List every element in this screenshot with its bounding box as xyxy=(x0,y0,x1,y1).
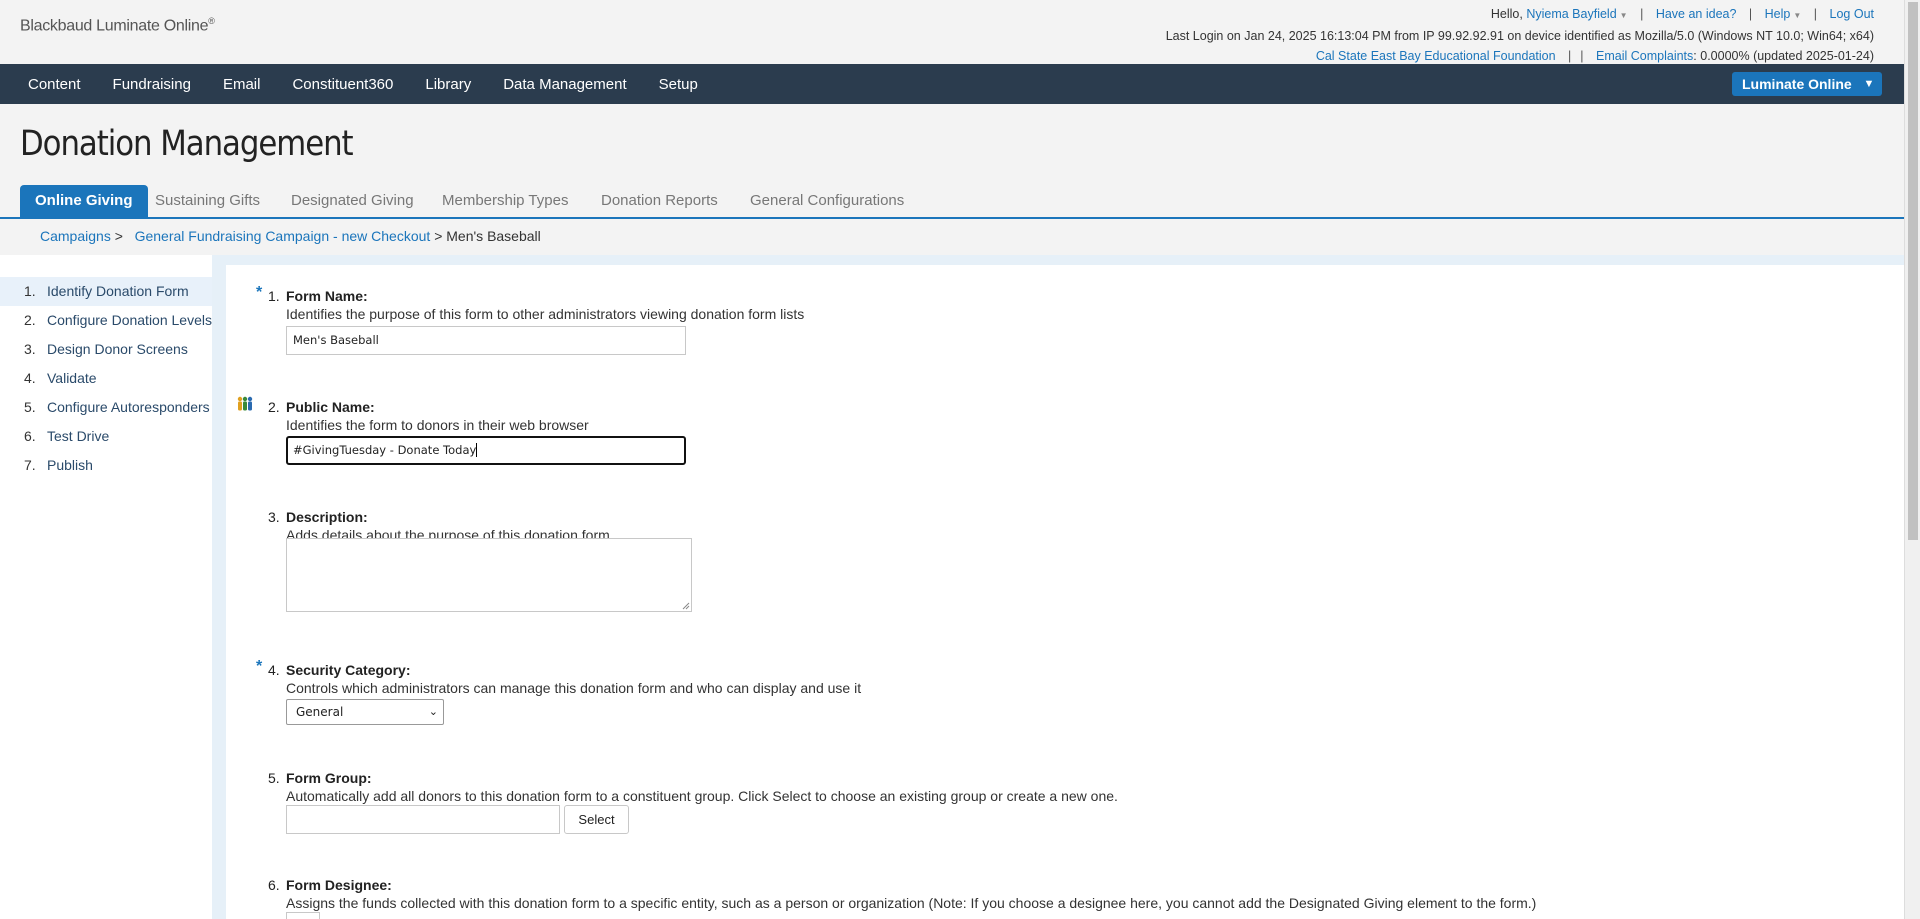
form-designee-input[interactable] xyxy=(286,912,320,919)
tab-donation-reports[interactable]: Donation Reports xyxy=(586,185,733,217)
nav-data-management[interactable]: Data Management xyxy=(487,76,642,93)
chevron-down-icon: ⌄ xyxy=(428,705,438,718)
chevron-down-icon: ▼ xyxy=(1793,11,1802,20)
logout-link[interactable]: Log Out xyxy=(1830,7,1874,21)
security-category-description: Controls which administrators can manage… xyxy=(286,680,862,696)
last-login-text: Last Login on Jan 24, 2025 16:13:04 PM f… xyxy=(1165,29,1874,43)
tab-sustaining-gifts[interactable]: Sustaining Gifts xyxy=(140,185,275,217)
public-name-description: Identifies the form to donors in their w… xyxy=(286,417,589,433)
form-name-label: Form Name: xyxy=(286,288,368,304)
step-publish[interactable]: 7. Publish xyxy=(0,451,212,480)
step-configure-autoresponders[interactable]: 5. Configure Autoresponders xyxy=(0,393,212,422)
step-test-drive[interactable]: 6. Test Drive xyxy=(0,422,212,451)
chevron-down-icon: ▼ xyxy=(1619,11,1628,20)
form-panel: * 1. Form Name: Identifies the purpose o… xyxy=(226,265,1904,919)
breadcrumb-current: Men's Baseball xyxy=(446,228,541,244)
brand-logo[interactable]: Blackbaud Luminate Online® xyxy=(20,16,215,35)
tab-membership-types[interactable]: Membership Types xyxy=(427,185,583,217)
nav-constituent360[interactable]: Constituent360 xyxy=(276,76,409,93)
nav-fundraising[interactable]: Fundraising xyxy=(97,76,207,93)
step-identify-donation-form[interactable]: 1. Identify Donation Form xyxy=(0,277,212,306)
luminate-online-button[interactable]: Luminate Online ▼ xyxy=(1732,72,1882,96)
form-designee-label: Form Designee: xyxy=(286,877,392,893)
nav-library[interactable]: Library xyxy=(409,76,487,93)
organization-link[interactable]: Cal State East Bay Educational Foundatio… xyxy=(1316,49,1556,63)
tab-designated-giving[interactable]: Designated Giving xyxy=(276,185,429,217)
tab-online-giving[interactable]: Online Giving xyxy=(20,185,148,217)
required-marker: * xyxy=(256,284,263,301)
security-category-label: Security Category: xyxy=(286,662,411,678)
have-an-idea-link[interactable]: Have an idea? xyxy=(1656,7,1737,21)
people-icon xyxy=(237,396,253,411)
form-name-description: Identifies the purpose of this form to o… xyxy=(286,306,805,322)
security-category-select[interactable]: General ⌄ xyxy=(286,699,444,725)
public-name-label: Public Name: xyxy=(286,399,375,415)
form-group-input[interactable] xyxy=(286,805,560,834)
step-sidebar: 1. Identify Donation Form 2. Configure Don… xyxy=(0,255,212,919)
tab-general-configurations[interactable]: General Configurations xyxy=(735,185,919,217)
email-complaints-link[interactable]: Email Complaints xyxy=(1596,49,1693,63)
nav-email[interactable]: Email xyxy=(207,76,277,93)
required-marker: * xyxy=(256,658,263,675)
select-group-button[interactable]: Select xyxy=(564,805,629,834)
chevron-down-icon: ▼ xyxy=(1863,78,1875,90)
step-validate[interactable]: 4. Validate xyxy=(0,364,212,393)
top-bar: Blackbaud Luminate Online® Hello, Nyiema… xyxy=(0,0,1904,64)
nav-setup[interactable]: Setup xyxy=(643,76,714,93)
scrollbar-thumb[interactable] xyxy=(1908,2,1918,540)
nav-content[interactable]: Content xyxy=(12,76,97,93)
form-group-description: Automatically add all donors to this don… xyxy=(286,788,1118,804)
page-title: Donation Management xyxy=(20,124,354,164)
breadcrumb: Campaigns > General Fundraising Campaign… xyxy=(40,228,541,244)
tab-bar: Online Giving Sustaining Gifts Designate… xyxy=(0,185,1904,219)
greeting-text: Hello, xyxy=(1490,7,1523,21)
description-textarea[interactable] xyxy=(286,538,692,612)
user-menu[interactable]: Nyiema Bayfield ▼ xyxy=(1526,7,1627,21)
form-group-label: Form Group: xyxy=(286,770,372,786)
breadcrumb-campaign[interactable]: General Fundraising Campaign - new Check… xyxy=(135,228,431,244)
description-label: Description: xyxy=(286,509,368,525)
step-configure-donation-levels[interactable]: 2. Configure Donation Levels xyxy=(0,306,212,335)
main-nav: Content Fundraising Email Constituent360… xyxy=(0,64,1904,104)
email-complaints-value: : 0.0000% (updated 2025-01-24) xyxy=(1693,49,1874,63)
form-designee-description: Assigns the funds collected with this do… xyxy=(286,895,1537,911)
step-design-donor-screens[interactable]: 3. Design Donor Screens xyxy=(0,335,212,364)
resize-grip-icon[interactable] xyxy=(681,601,690,610)
utility-area: Hello, Nyiema Bayfield ▼ | Have an idea? … xyxy=(1166,4,1874,66)
breadcrumb-campaigns[interactable]: Campaigns xyxy=(40,228,111,244)
vertical-scrollbar[interactable] xyxy=(1904,0,1920,919)
utility-links: Hello, Nyiema Bayfield ▼ | Have an idea? … xyxy=(1490,7,1874,21)
org-line: Cal State East Bay Educational Foundatio… xyxy=(1315,49,1874,63)
help-menu[interactable]: Help ▼ xyxy=(1765,7,1802,21)
form-name-input[interactable]: Men's Baseball xyxy=(286,326,686,355)
public-name-input[interactable]: #GivingTuesday - Donate Today xyxy=(286,436,686,465)
